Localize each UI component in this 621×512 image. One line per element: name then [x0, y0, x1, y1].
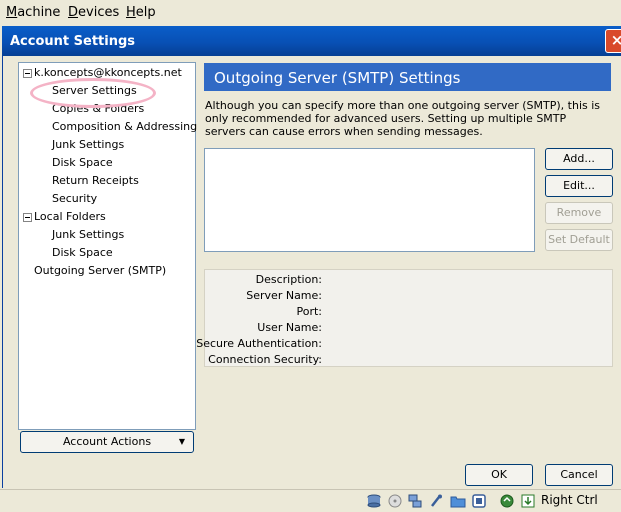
hard-disk-icon[interactable] — [367, 494, 381, 508]
detail-conn-security-label: Connection Security: — [208, 353, 322, 366]
tree-junk-settings[interactable]: Junk Settings — [52, 138, 124, 151]
collapse-icon[interactable] — [23, 69, 32, 78]
smtp-server-list[interactable] — [204, 148, 535, 252]
cancel-button[interactable]: Cancel — [545, 464, 613, 486]
tree-composition[interactable]: Composition & Addressing — [52, 120, 197, 133]
server-details: Description: Server Name: Port: User Nam… — [196, 269, 613, 367]
panel-header: Outgoing Server (SMTP) Settings — [204, 63, 611, 91]
add-button[interactable]: Add... — [545, 148, 613, 170]
ok-button[interactable]: OK — [465, 464, 533, 486]
account-tree: k.koncepts@kkoncepts.net Server Settings… — [18, 62, 197, 430]
dialog-title: Account Settings — [10, 34, 136, 49]
menu-help[interactable]: Help — [126, 5, 156, 20]
tree-local-folders[interactable]: Local Folders — [34, 210, 106, 223]
close-button[interactable]: × — [605, 29, 621, 53]
set-default-button[interactable]: Set Default — [545, 229, 613, 251]
tree-security[interactable]: Security — [52, 192, 97, 205]
account-actions-button[interactable]: Account Actions ▼ — [20, 431, 194, 453]
mouse-integration-icon[interactable] — [500, 494, 514, 508]
menu-devices[interactable]: Devices — [68, 5, 119, 20]
tree-outgoing-server[interactable]: Outgoing Server (SMTP) — [34, 264, 166, 277]
tree-account[interactable]: k.koncepts@kkoncepts.net — [34, 66, 182, 79]
tree-disk-space[interactable]: Disk Space — [52, 156, 113, 169]
network-icon[interactable] — [408, 494, 422, 508]
detail-description-label: Description: — [255, 273, 322, 286]
close-icon: × — [610, 31, 621, 49]
vm-menubar: Machine Devices Help — [0, 0, 621, 24]
detail-user-name-label: User Name: — [257, 321, 322, 334]
optical-drive-icon[interactable] — [388, 494, 402, 508]
shared-folder-icon[interactable] — [450, 494, 466, 508]
usb-icon[interactable] — [429, 494, 443, 508]
remove-button[interactable]: Remove — [545, 202, 613, 224]
panel-header-text: Outgoing Server (SMTP) Settings — [214, 69, 461, 87]
tree-return-receipts[interactable]: Return Receipts — [52, 174, 139, 187]
display-icon[interactable] — [472, 494, 486, 508]
dialog-titlebar: Account Settings × — [2, 26, 621, 56]
menu-machine[interactable]: Machine — [6, 5, 60, 20]
host-key-icon — [521, 494, 535, 508]
detail-port-label: Port: — [296, 305, 322, 318]
collapse-icon[interactable] — [23, 213, 32, 222]
panel-description: Although you can specify more than one o… — [205, 99, 601, 138]
highlight-annotation — [30, 78, 156, 108]
tree-local-junk-settings[interactable]: Junk Settings — [52, 228, 124, 241]
vm-statusbar: Right Ctrl — [0, 489, 621, 512]
host-key-label: Right Ctrl — [541, 493, 598, 507]
tree-local-disk-space[interactable]: Disk Space — [52, 246, 113, 259]
dropdown-arrow-icon: ▼ — [178, 437, 185, 446]
edit-button[interactable]: Edit... — [545, 175, 613, 197]
account-actions-label: Account Actions — [62, 435, 152, 448]
detail-secure-auth-label: Secure Authentication: — [196, 337, 322, 350]
detail-server-name-label: Server Name: — [246, 289, 322, 302]
